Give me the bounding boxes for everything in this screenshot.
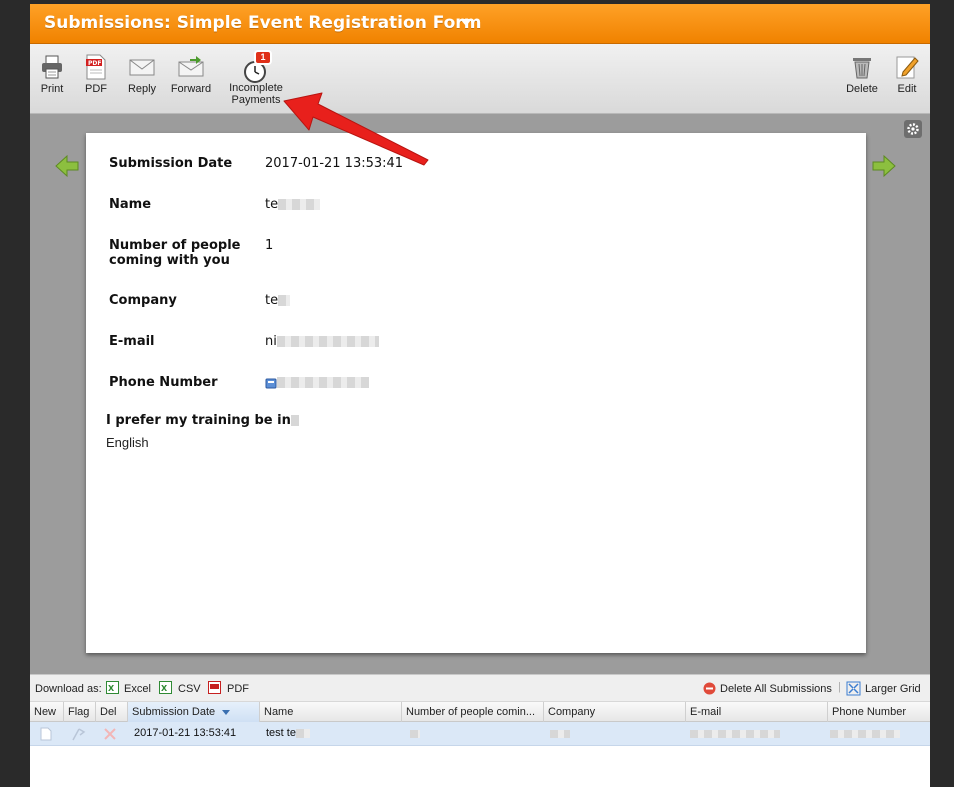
field-label: Phone Number (109, 375, 218, 390)
svg-text:PDF: PDF (88, 60, 101, 67)
field-label: Number of people coming with you (109, 238, 241, 268)
redacted-text (278, 295, 291, 306)
pdf-button[interactable]: PDF PDF (82, 54, 110, 95)
notification-badge: 1 (254, 50, 272, 65)
excel-icon: X (106, 681, 119, 694)
column-header-submission-date[interactable]: Submission Date (128, 702, 260, 722)
download-bar: Download as: X Excel X CSV PDF Delete Al… (30, 674, 930, 702)
field-value: 2017-01-21 13:53:41 (265, 156, 404, 171)
column-header-name[interactable]: Name (260, 702, 402, 722)
delete-button[interactable]: Delete (844, 54, 880, 95)
redacted-text (290, 415, 299, 426)
print-button[interactable]: Print (38, 54, 66, 95)
toolbar: Print PDF PDF Reply Forward 1 Incomplete… (30, 44, 930, 114)
download-csv-link[interactable]: CSV (178, 683, 201, 695)
csv-icon: X (159, 681, 172, 694)
cell-name: test te (266, 727, 296, 739)
redacted-text (277, 377, 369, 388)
column-header-del[interactable]: Del (96, 702, 128, 722)
phone-icon (265, 378, 277, 388)
edit-button[interactable]: Edit (892, 54, 922, 95)
column-header-email[interactable]: E-mail (686, 702, 828, 722)
column-header-label: Submission Date (132, 706, 216, 718)
svg-text:X: X (108, 684, 115, 693)
submission-card: Submission Date 2017-01-21 13:53:41 Name… (86, 133, 866, 653)
pdf-icon (208, 681, 221, 694)
gear-icon (907, 123, 919, 135)
preference-question: I prefer my training be in (106, 413, 299, 428)
incomplete-label-line2: Payments (231, 94, 281, 106)
cell-email-redacted (690, 730, 780, 738)
table-row[interactable]: 2017-01-21 13:53:41 test te (30, 722, 930, 746)
submission-viewer: Submission Date 2017-01-21 13:53:41 Name… (30, 114, 930, 674)
settings-button[interactable] (904, 120, 922, 138)
edit-label: Edit (897, 83, 917, 95)
field-label: E-mail (109, 334, 155, 349)
chevron-down-icon[interactable] (460, 19, 472, 26)
download-excel-link[interactable]: Excel (124, 683, 151, 695)
pdf-file-icon: PDF (86, 54, 106, 80)
svg-text:X: X (161, 684, 168, 693)
cell-submission-date: 2017-01-21 13:53:41 (134, 727, 237, 739)
question-label: I prefer my training be in (106, 413, 291, 428)
pencil-icon (896, 56, 919, 79)
download-pdf-link[interactable]: PDF (227, 683, 249, 695)
forward-label: Forward (170, 83, 212, 95)
forward-envelope-icon (178, 56, 204, 77)
sort-descending-icon (222, 709, 231, 715)
title-bar: Submissions: Simple Event Registration F… (30, 4, 930, 44)
field-label: Company (109, 293, 177, 308)
envelope-icon (129, 59, 155, 76)
column-header-new[interactable]: New (30, 702, 64, 722)
field-label: Name (109, 197, 152, 212)
delete-x-icon[interactable] (104, 728, 116, 740)
document-icon[interactable] (39, 727, 53, 741)
incomplete-payments-button[interactable]: 1 Incomplete Payments (226, 50, 286, 106)
redacted-text (295, 728, 310, 738)
forward-button[interactable]: Forward (170, 54, 212, 95)
reply-button[interactable]: Reply (126, 54, 158, 95)
larger-grid-link[interactable]: Larger Grid (865, 683, 921, 695)
field-value: te (265, 197, 279, 212)
delete-all-submissions-link[interactable]: Delete All Submissions (720, 683, 832, 695)
trash-icon (853, 58, 871, 79)
column-header-company[interactable]: Company (544, 702, 686, 722)
redacted-text (278, 199, 321, 210)
form-title[interactable]: Submissions: Simple Event Registration F… (44, 13, 481, 33)
grid-header: New Flag Del Submission Date Name Number… (30, 702, 930, 722)
flag-icon[interactable] (70, 726, 86, 742)
download-as-label: Download as: (35, 683, 102, 695)
column-header-flag[interactable]: Flag (64, 702, 96, 722)
submissions-window: Submissions: Simple Event Registration F… (30, 4, 930, 787)
redacted-text (276, 336, 379, 347)
cell-company-redacted (550, 730, 570, 738)
pdf-label: PDF (85, 83, 107, 95)
separator: | (838, 681, 841, 693)
column-header-people-count[interactable]: Number of people comin... (402, 702, 544, 722)
delete-circle-icon (703, 682, 716, 695)
cell-phone-redacted (830, 730, 900, 738)
preference-answer: English (106, 435, 149, 450)
expand-grid-icon (846, 681, 861, 696)
printer-icon (42, 55, 62, 79)
column-header-phone[interactable]: Phone Number (828, 702, 930, 722)
field-label: Submission Date (109, 156, 233, 171)
delete-label: Delete (846, 83, 878, 95)
next-arrow-icon[interactable] (871, 154, 897, 178)
reply-label: Reply (127, 83, 157, 95)
field-value: ni (265, 334, 277, 349)
print-label: Print (40, 83, 64, 95)
field-value: te (265, 293, 279, 308)
cell-people-count-redacted (410, 730, 420, 738)
previous-arrow-icon[interactable] (54, 154, 80, 178)
field-value: 1 (265, 238, 274, 253)
